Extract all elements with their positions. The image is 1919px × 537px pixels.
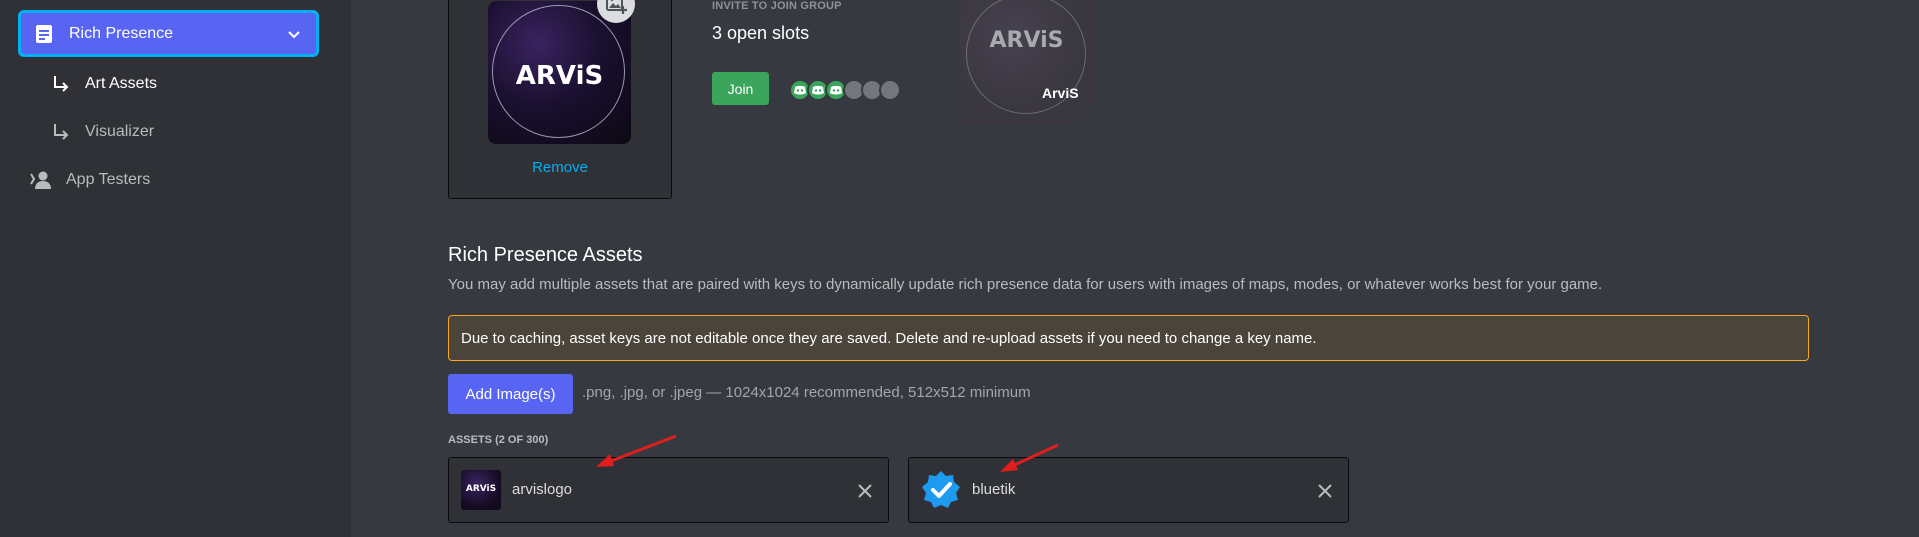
large-image-logo-text: ARViS (989, 28, 1064, 53)
add-images-button[interactable]: Add Image(s) (448, 374, 573, 414)
invite-heading: INVITE TO JOIN GROUP (712, 0, 842, 12)
annotation-arrow (596, 434, 677, 467)
sidebar-item-label: Rich Presence (69, 24, 174, 42)
subitem-arrow-icon (54, 124, 69, 140)
asset-thumbnail (921, 470, 961, 510)
chevron-down-icon[interactable] (286, 26, 302, 42)
sidebar-item-art-assets[interactable]: Art Assets (52, 72, 157, 96)
cover-image: ARViS (488, 1, 631, 144)
user-icon (30, 171, 51, 189)
close-icon[interactable] (856, 482, 874, 500)
sidebar-item-label: App Testers (66, 171, 151, 188)
close-icon[interactable] (1316, 482, 1334, 500)
warning-text: Due to caching, asset keys are not edita… (461, 329, 1317, 347)
asset-thumb-logo: ARViS (465, 484, 497, 494)
cover-image-card: ARViS Remove (448, 0, 672, 199)
document-icon (36, 24, 52, 43)
remove-image-link[interactable]: Remove (449, 159, 671, 176)
asset-name: bluetik (972, 481, 1016, 498)
subitem-arrow-icon (54, 76, 69, 92)
party-slot-empty (879, 79, 901, 101)
join-button[interactable]: Join (712, 72, 769, 105)
sidebar-item-label: Art Assets (85, 75, 158, 92)
upload-hint: .png, .jpg, or .jpeg — 1024x1024 recomme… (582, 384, 1031, 401)
annotation-arrow (1000, 443, 1059, 472)
open-slots-text: 3 open slots (712, 23, 810, 43)
cover-logo-text: ARViS (515, 61, 604, 91)
asset-name: arvislogo (512, 481, 573, 498)
verified-check-icon (922, 471, 960, 508)
sidebar: Rich Presence Art Assets Visualizer App … (0, 0, 351, 537)
sidebar-item-app-testers[interactable]: App Testers (30, 168, 150, 192)
section-description: You may add multiple assets that are pai… (448, 276, 1603, 293)
large-image-preview: ARViS ArviS (960, 0, 1093, 124)
warning-notice: Due to caching, asset keys are not edita… (448, 315, 1809, 361)
sidebar-item-visualizer[interactable]: Visualizer (52, 120, 154, 144)
image-add-icon (606, 0, 627, 14)
sidebar-item-label: Visualizer (85, 123, 155, 140)
asset-item-bluetik[interactable]: bluetik (908, 457, 1349, 523)
asset-thumbnail: ARViS (461, 470, 501, 510)
large-image-name: ArviS (1042, 85, 1079, 101)
section-title: Rich Presence Assets (448, 244, 643, 266)
assets-count-label: ASSETS (2 OF 300) (448, 434, 549, 446)
sidebar-item-rich-presence[interactable]: Rich Presence (18, 10, 319, 57)
